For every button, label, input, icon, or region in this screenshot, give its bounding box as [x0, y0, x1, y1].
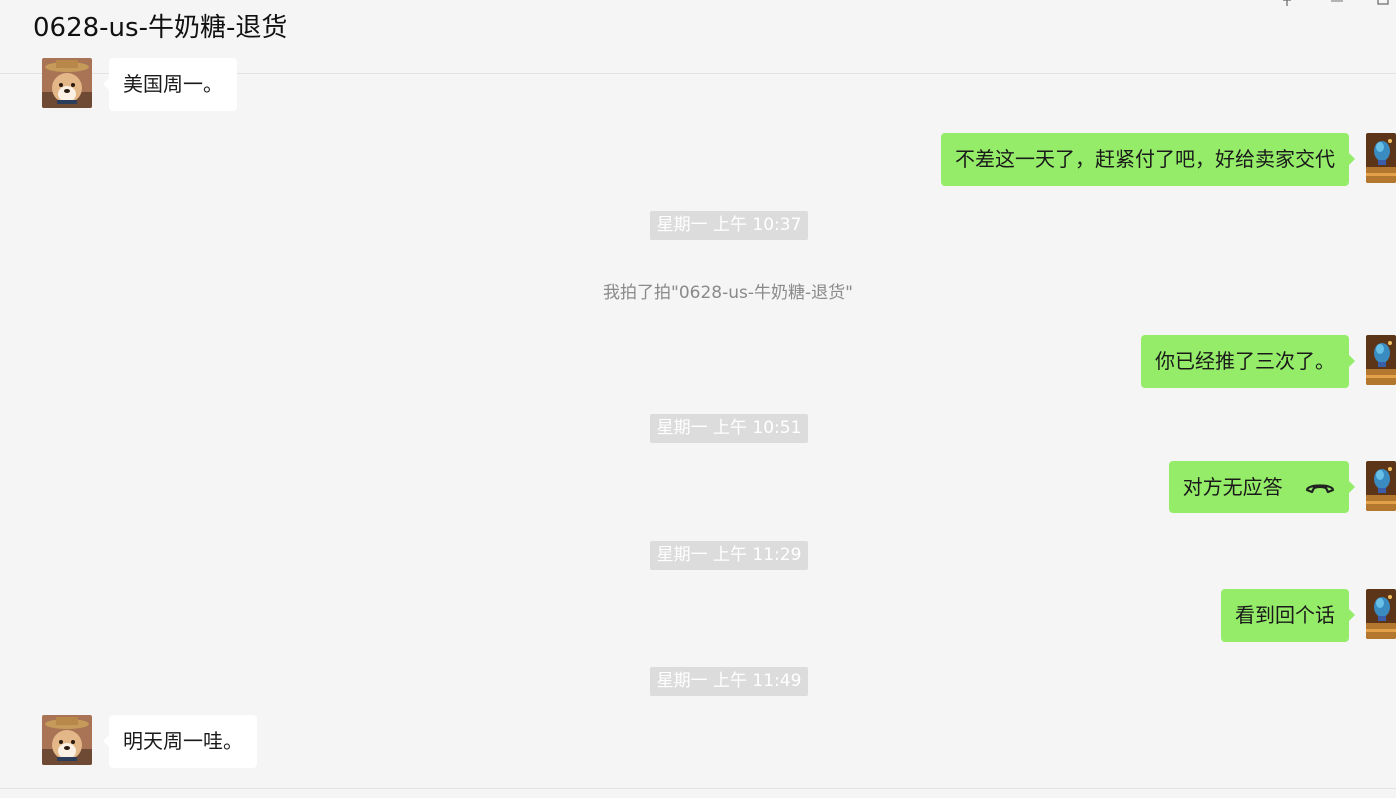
message-bubble[interactable]: 明天周一哇。 [103, 715, 257, 768]
message-bubble[interactable]: 美国周一。 [103, 58, 237, 111]
call-record-bubble[interactable]: 对方无应答 [1168, 461, 1356, 513]
self-avatar[interactable] [1366, 335, 1396, 385]
message-timestamp: 星期一 上午 11:29 [650, 541, 808, 570]
call-status-text: 对方无应答 [1182, 475, 1283, 499]
self-avatar[interactable] [1366, 133, 1396, 183]
message-bubble[interactable]: 你已经推了三次了。 [1141, 335, 1355, 388]
hangup-phone-icon [1305, 461, 1335, 513]
pat-system-message: 我拍了拍"0628-us-牛奶糖-退货" [603, 283, 853, 303]
minimize-icon[interactable] [1330, 0, 1344, 6]
message-timestamp: 星期一 上午 10:51 [650, 414, 808, 443]
contact-avatar[interactable] [42, 58, 92, 108]
message-timestamp: 星期一 上午 11:49 [650, 667, 808, 696]
message-timestamp: 星期一 上午 10:37 [650, 211, 808, 240]
pin-icon[interactable] [1280, 0, 1294, 6]
chat-title: 0628-us-牛奶糖-退货 [33, 13, 288, 43]
message-bubble[interactable]: 看到回个话 [1221, 589, 1355, 642]
contact-avatar[interactable] [42, 715, 92, 765]
self-avatar[interactable] [1366, 589, 1396, 639]
message-bubble[interactable]: 不差这一天了，赶紧付了吧，好给卖家交代 [941, 133, 1355, 186]
self-avatar[interactable] [1366, 461, 1396, 511]
maximize-icon[interactable] [1376, 0, 1390, 6]
input-area-divider [0, 788, 1396, 789]
